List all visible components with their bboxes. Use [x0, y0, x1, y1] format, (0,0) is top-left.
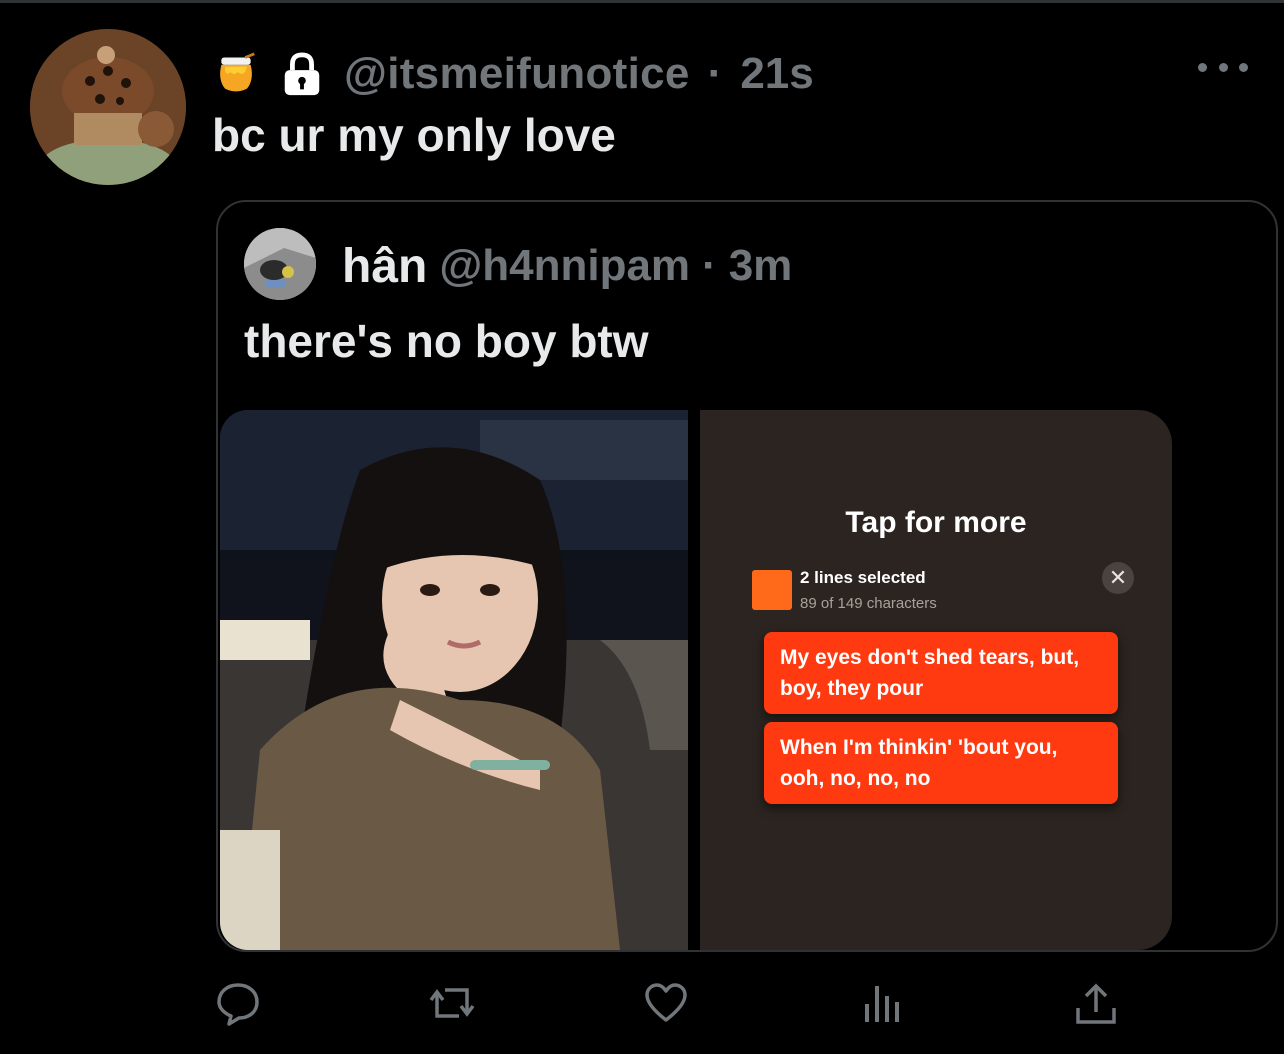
lyric-line-1[interactable]: My eyes don't shed tears, but, boy, they… [764, 632, 1118, 714]
quoted-author-handle[interactable]: @h4nnipam [439, 241, 690, 291]
album-art-icon [752, 570, 792, 610]
quoted-separator-dot: · [702, 241, 717, 290]
selection-count: 89 of 149 characters [800, 595, 937, 612]
selection-title: 2 lines selected [800, 568, 926, 587]
reply-icon[interactable] [214, 978, 262, 1028]
tweet-text: bc ur my only love [212, 109, 616, 161]
honey-pot-icon [212, 50, 260, 98]
selection-row: 2 lines selected 89 of 149 characters [752, 568, 1148, 636]
tweet[interactable]: @itsmeifunotice · 21s bc ur my only love… [0, 0, 1284, 1054]
timestamp[interactable]: 21s [740, 49, 813, 99]
quoted-header: hân @h4nnipam · 3m [342, 238, 792, 294]
quoted-tweet-text: there's no boy btw [244, 315, 649, 367]
separator-dot: · [707, 49, 723, 98]
tweet-header: @itsmeifunotice · 21s [212, 46, 814, 102]
action-bar [0, 978, 1284, 1034]
lyric-line-2[interactable]: When I'm thinkin' 'bout you, ooh, no, no… [764, 722, 1118, 804]
close-icon[interactable]: ✕ [1102, 562, 1134, 594]
quoted-tweet[interactable]: hân @h4nnipam · 3m there's no boy btw Ta… [216, 200, 1278, 952]
avatar[interactable] [30, 29, 186, 185]
tap-for-more-label[interactable]: Tap for more [700, 506, 1172, 540]
views-icon[interactable] [858, 978, 906, 1028]
like-icon[interactable] [642, 978, 690, 1028]
media-grid: Tap for more 2 lines selected 89 of 149 … [220, 410, 1172, 950]
lock-icon [278, 50, 326, 98]
quoted-author-name[interactable]: hân [342, 239, 427, 294]
quoted-timestamp[interactable]: 3m [729, 241, 793, 291]
share-icon[interactable] [1072, 978, 1120, 1028]
photo-image[interactable] [220, 410, 688, 950]
author-handle[interactable]: @itsmeifunotice [344, 49, 690, 99]
lyrics-panel[interactable]: Tap for more 2 lines selected 89 of 149 … [700, 410, 1172, 950]
more-options-icon[interactable] [1198, 52, 1248, 82]
quoted-avatar[interactable] [244, 228, 316, 300]
avatar-image [30, 29, 186, 185]
retweet-icon[interactable] [428, 978, 476, 1028]
